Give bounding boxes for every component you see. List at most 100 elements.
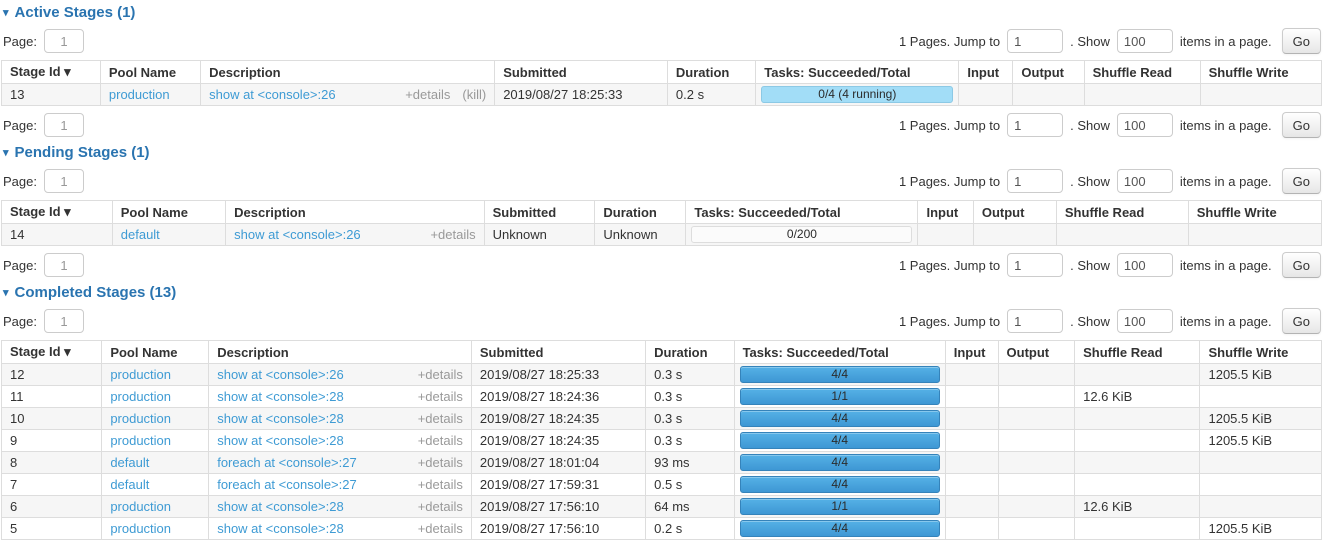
output-cell: [998, 496, 1075, 518]
pool-name-link[interactable]: production: [109, 87, 170, 102]
page-number-input[interactable]: [44, 169, 84, 193]
pool-name-link[interactable]: default: [110, 455, 149, 470]
pending-stages-header[interactable]: ▾ Pending Stages (1): [3, 144, 1322, 162]
details-toggle[interactable]: +details: [418, 367, 463, 382]
page-number-input[interactable]: [44, 29, 84, 53]
column-header-tasks-succeeded-total[interactable]: Tasks: Succeeded/Total: [756, 61, 959, 84]
column-header-duration[interactable]: Duration: [595, 201, 686, 224]
jump-to-page-input[interactable]: [1007, 29, 1063, 53]
column-header-shuffle-write[interactable]: Shuffle Write: [1188, 201, 1321, 224]
column-header-description[interactable]: Description: [209, 341, 472, 364]
column-header-pool-name[interactable]: Pool Name: [102, 341, 209, 364]
column-header-duration[interactable]: Duration: [667, 61, 755, 84]
description-cell: show at <console>:28 +details: [209, 430, 472, 452]
jump-to-page-input[interactable]: [1007, 309, 1063, 333]
column-header-shuffle-read[interactable]: Shuffle Read: [1056, 201, 1188, 224]
pool-name-link[interactable]: default: [110, 477, 149, 492]
active-stages-header[interactable]: ▾ Active Stages (1): [3, 4, 1322, 22]
column-header-stage-id[interactable]: Stage Id ▾: [2, 341, 102, 364]
details-toggle[interactable]: +details: [418, 455, 463, 470]
column-header-shuffle-write[interactable]: Shuffle Write: [1200, 341, 1322, 364]
shuffle-read-cell: [1075, 474, 1200, 496]
pool-name-link[interactable]: production: [110, 411, 171, 426]
page-number-input[interactable]: [44, 309, 84, 333]
column-header-input[interactable]: Input: [945, 341, 998, 364]
description-link[interactable]: show at <console>:28: [217, 433, 343, 448]
page-number-input[interactable]: [44, 113, 84, 137]
column-header-stage-id[interactable]: Stage Id ▾: [2, 61, 101, 84]
items-per-page-input[interactable]: [1117, 253, 1173, 277]
column-header-output[interactable]: Output: [1013, 61, 1084, 84]
details-toggle[interactable]: +details: [418, 499, 463, 514]
output-cell: [998, 474, 1075, 496]
description-link[interactable]: foreach at <console>:27: [217, 455, 357, 470]
output-cell: [998, 452, 1075, 474]
tasks-progress-bar: 4/4: [740, 432, 940, 449]
kill-link[interactable]: (kill): [462, 87, 486, 102]
column-header-description[interactable]: Description: [226, 201, 484, 224]
column-header-stage-id[interactable]: Stage Id ▾: [2, 201, 113, 224]
go-button[interactable]: Go: [1282, 28, 1321, 54]
details-toggle[interactable]: +details: [418, 521, 463, 536]
column-header-description[interactable]: Description: [201, 61, 495, 84]
column-header-submitted[interactable]: Submitted: [495, 61, 668, 84]
pool-name-cell: default: [102, 452, 209, 474]
description-link[interactable]: show at <console>:28: [217, 389, 343, 404]
pool-name-cell: production: [102, 518, 209, 540]
details-toggle[interactable]: +details: [418, 411, 463, 426]
column-header-submitted[interactable]: Submitted: [471, 341, 645, 364]
column-header-submitted[interactable]: Submitted: [484, 201, 595, 224]
details-toggle[interactable]: +details: [418, 389, 463, 404]
column-header-shuffle-read[interactable]: Shuffle Read: [1084, 61, 1200, 84]
column-header-duration[interactable]: Duration: [646, 341, 734, 364]
pagination-bar: Page: 1 Pages. Jump to . Show items in a…: [1, 168, 1322, 194]
pool-name-link[interactable]: default: [121, 227, 160, 242]
column-header-tasks-succeeded-total[interactable]: Tasks: Succeeded/Total: [686, 201, 918, 224]
jump-to-page-input[interactable]: [1007, 169, 1063, 193]
tasks-cell: 1/1: [734, 496, 945, 518]
stage-row: 11productionshow at <console>:28+details…: [2, 386, 1322, 408]
go-button[interactable]: Go: [1282, 252, 1321, 278]
description-link[interactable]: show at <console>:28: [217, 521, 343, 536]
pool-name-link[interactable]: production: [110, 499, 171, 514]
pool-name-link[interactable]: production: [110, 433, 171, 448]
column-header-shuffle-read[interactable]: Shuffle Read: [1075, 341, 1200, 364]
jump-to-page-input[interactable]: [1007, 113, 1063, 137]
items-per-page-input[interactable]: [1117, 113, 1173, 137]
completed-stages-section: ▾ Completed Stages (13) Page: 1 Pages. J…: [1, 284, 1322, 540]
pool-name-link[interactable]: production: [110, 389, 171, 404]
column-header-input[interactable]: Input: [918, 201, 973, 224]
column-header-shuffle-write[interactable]: Shuffle Write: [1200, 61, 1321, 84]
details-toggle[interactable]: +details: [418, 433, 463, 448]
output-cell: [973, 224, 1056, 246]
go-button[interactable]: Go: [1282, 112, 1321, 138]
page-label: Page:: [3, 314, 37, 329]
go-button[interactable]: Go: [1282, 308, 1321, 334]
column-header-pool-name[interactable]: Pool Name: [100, 61, 200, 84]
pool-name-link[interactable]: production: [110, 521, 171, 536]
column-header-output[interactable]: Output: [973, 201, 1056, 224]
column-header-pool-name[interactable]: Pool Name: [112, 201, 225, 224]
shuffle-write-cell: [1200, 474, 1322, 496]
column-header-output[interactable]: Output: [998, 341, 1075, 364]
items-per-page-input[interactable]: [1117, 309, 1173, 333]
completed-stages-header[interactable]: ▾ Completed Stages (13): [3, 284, 1322, 302]
items-per-page-input[interactable]: [1117, 29, 1173, 53]
details-toggle[interactable]: +details: [405, 87, 450, 102]
pool-name-link[interactable]: production: [110, 367, 171, 382]
description-link[interactable]: show at <console>:28: [217, 411, 343, 426]
description-link[interactable]: show at <console>:26: [234, 227, 360, 242]
column-header-input[interactable]: Input: [959, 61, 1013, 84]
description-link[interactable]: show at <console>:28: [217, 499, 343, 514]
go-button[interactable]: Go: [1282, 168, 1321, 194]
description-link[interactable]: foreach at <console>:27: [217, 477, 357, 492]
details-toggle[interactable]: +details: [430, 227, 475, 242]
page-number-input[interactable]: [44, 253, 84, 277]
description-link[interactable]: show at <console>:26: [217, 367, 343, 382]
description-link[interactable]: show at <console>:26: [209, 87, 335, 102]
jump-to-page-input[interactable]: [1007, 253, 1063, 277]
details-toggle[interactable]: +details: [418, 477, 463, 492]
items-per-page-input[interactable]: [1117, 169, 1173, 193]
column-header-tasks-succeeded-total[interactable]: Tasks: Succeeded/Total: [734, 341, 945, 364]
collapse-arrow-icon: ▾: [3, 144, 9, 162]
